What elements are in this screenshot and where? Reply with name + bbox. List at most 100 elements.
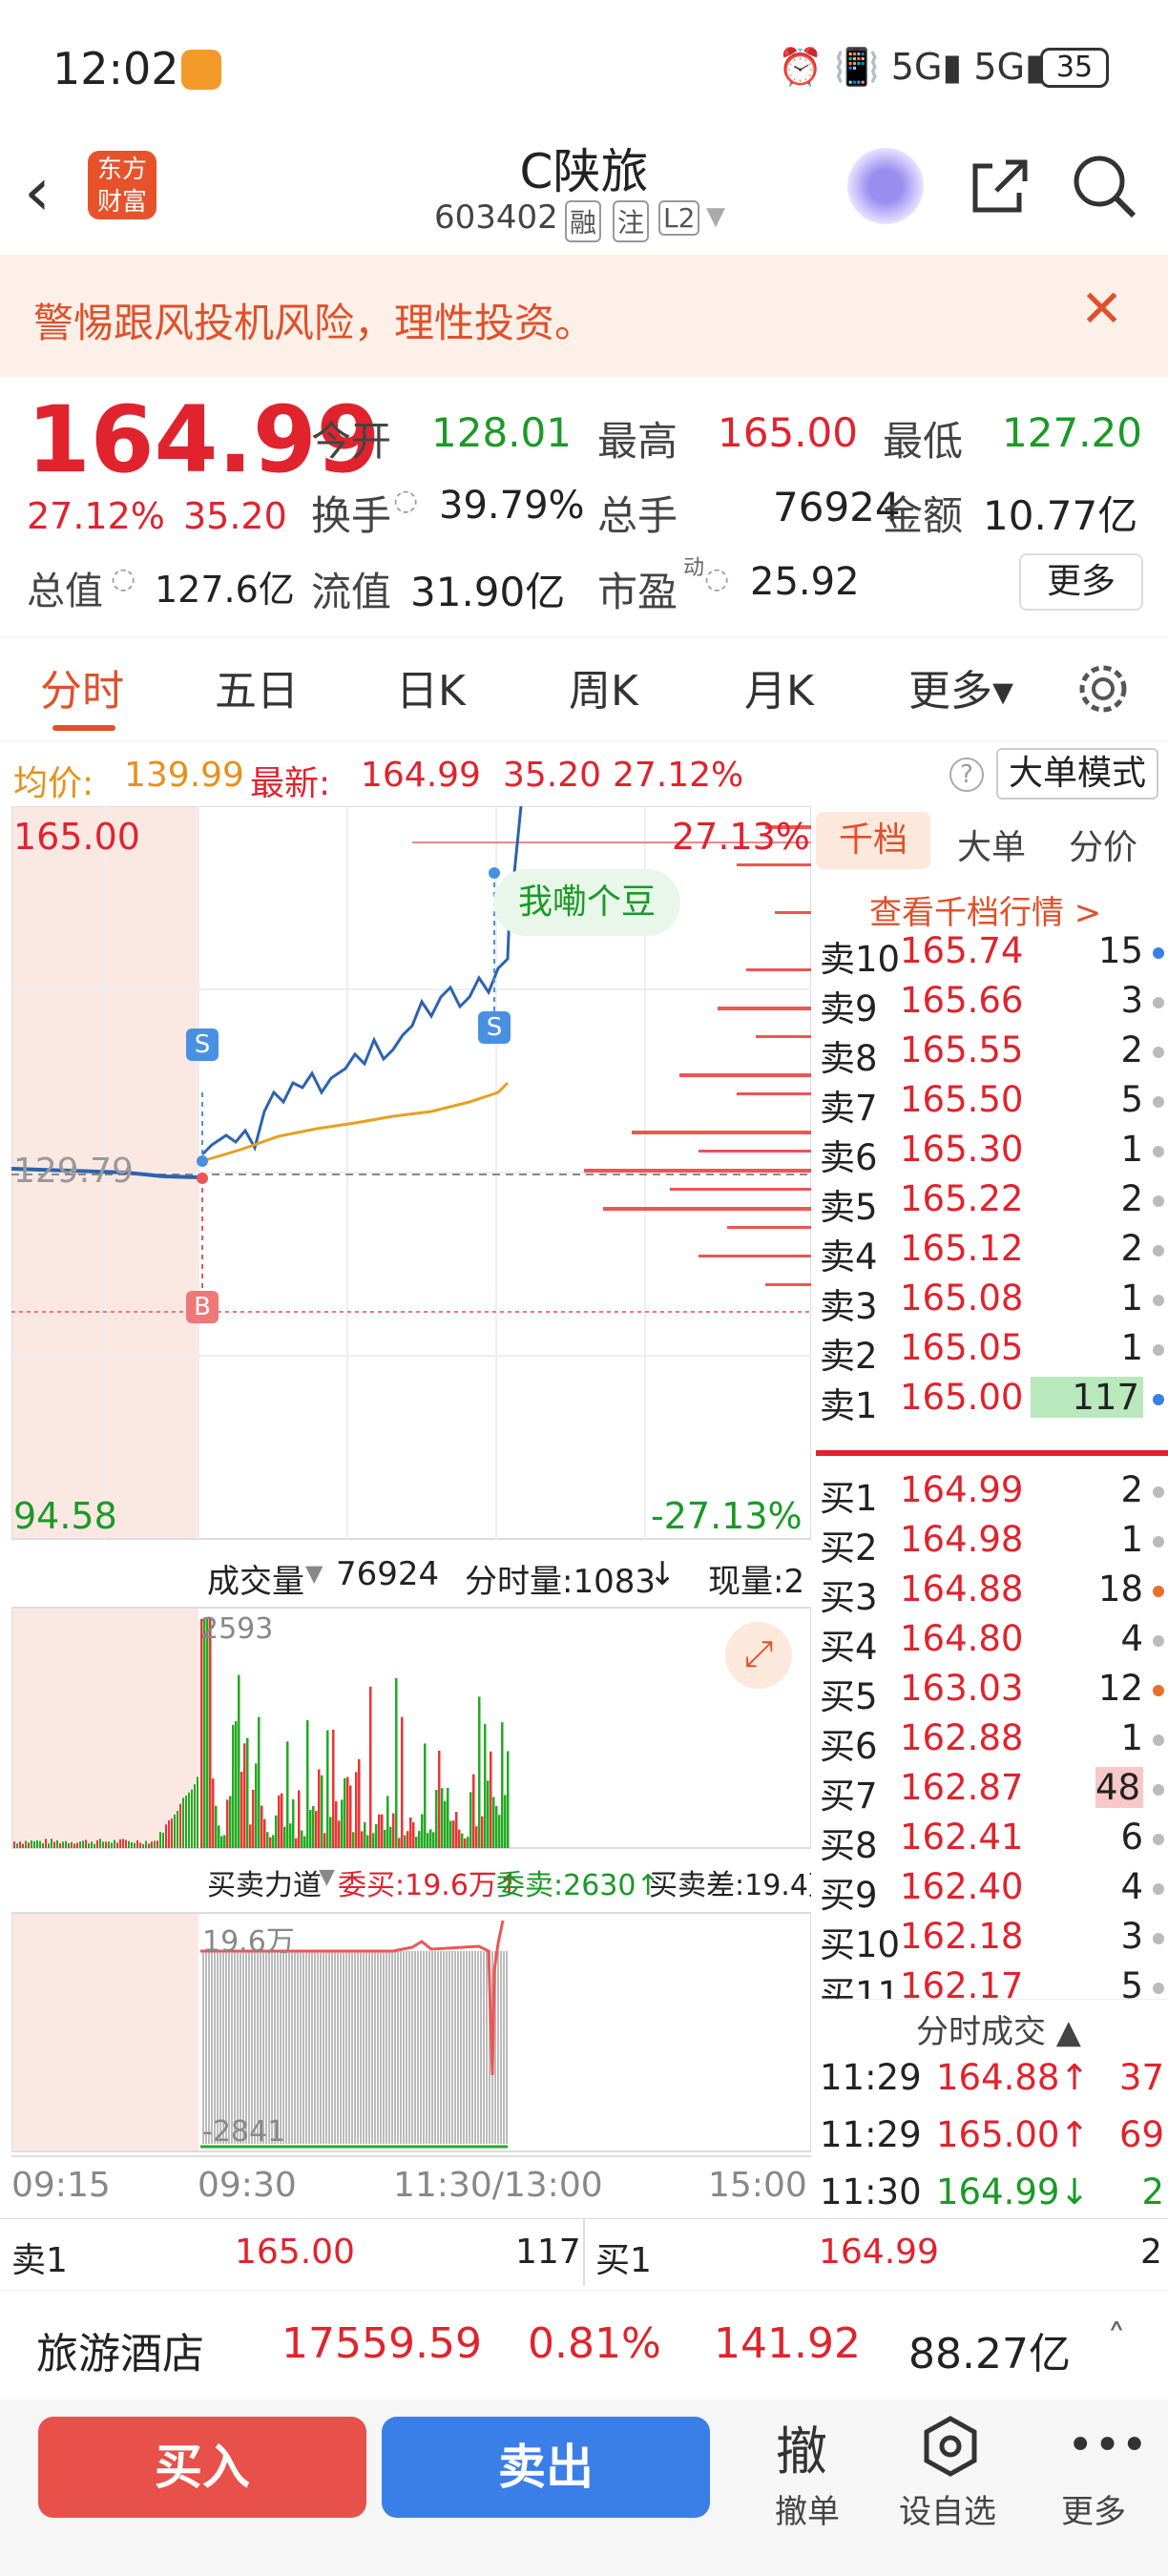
volume-bar — [475, 1826, 478, 1848]
bid-label: 买7 — [820, 1776, 878, 1817]
volume-bar — [412, 1821, 415, 1848]
volume-bar — [218, 1825, 220, 1848]
bid-row[interactable]: 买3 164.88 18 — [816, 1568, 1168, 1618]
time-label: 11:30/13:00 — [393, 2166, 603, 2205]
bid-dot — [1153, 1983, 1164, 1994]
volume-bar — [114, 1839, 115, 1848]
info-icon[interactable]: ◌ — [393, 484, 418, 517]
volume-bar — [389, 1826, 392, 1848]
bid-row[interactable]: 买7 162.87 48 — [816, 1767, 1168, 1817]
volume-bar — [346, 1776, 349, 1848]
float-label: 流值 — [311, 569, 392, 615]
tab-week-k[interactable]: 周K — [569, 656, 638, 717]
bid-row[interactable]: 买2 164.98 1 — [816, 1519, 1168, 1568]
bid-row[interactable]: 买6 162.88 1 — [816, 1717, 1168, 1767]
bid-row[interactable]: 买10 162.18 3 — [816, 1916, 1168, 1965]
add-watchlist-label[interactable]: 设自选 — [899, 2485, 996, 2532]
force-bar — [446, 1951, 448, 2144]
volume-selector[interactable]: 成交量 — [207, 1555, 304, 1602]
sector-bar[interactable]: 旅游酒店 17559.59 0.81% 141.92 88.27亿 ˄ — [0, 2290, 1168, 2399]
help-icon[interactable]: ? — [949, 758, 984, 792]
tab-five-day[interactable]: 五日 — [215, 656, 299, 717]
volume-bar — [255, 1763, 258, 1848]
bid-row[interactable]: 买9 162.40 4 — [816, 1866, 1168, 1916]
amount-label: 金额 — [883, 492, 964, 539]
buy-marker[interactable]: B — [186, 1291, 219, 1323]
tab-fenshi[interactable]: 分时 — [40, 656, 124, 717]
volume-bar — [504, 1795, 507, 1848]
force-bar — [506, 1951, 508, 2144]
gear-icon[interactable] — [1074, 660, 1132, 717]
volume-bar — [252, 1789, 255, 1848]
close-icon[interactable]: ✕ — [1080, 279, 1123, 339]
volume-bar — [232, 1724, 235, 1848]
force-bar — [363, 1951, 365, 2144]
assistant-avatar[interactable] — [847, 148, 924, 224]
big-order-mode-button[interactable]: 大单模式 — [996, 748, 1158, 800]
bid-row[interactable]: 买4 164.80 4 — [816, 1618, 1168, 1668]
force-bar — [443, 1951, 445, 2144]
tab-month-k[interactable]: 月K — [744, 656, 814, 717]
volume-bar — [223, 1835, 226, 1848]
info-icon[interactable]: ◌ — [704, 562, 729, 595]
volume-bar — [182, 1797, 184, 1848]
bid-dot — [1153, 1685, 1164, 1696]
tab-day-k[interactable]: 日K — [396, 656, 466, 717]
add-watchlist-icon[interactable] — [919, 2415, 982, 2478]
volume-bar — [165, 1824, 167, 1848]
more-quote-button[interactable]: 更多 — [1019, 553, 1143, 611]
sell-button[interactable]: 卖出 — [382, 2417, 710, 2518]
tab-more[interactable]: 更多▾ — [908, 656, 1013, 717]
expand-icon[interactable]: ⤢ — [725, 1622, 792, 1689]
tag-l2[interactable]: L2 — [658, 200, 700, 236]
more-label[interactable]: 更多 — [1061, 2485, 1126, 2532]
force-bar — [469, 1951, 470, 2144]
more-icon[interactable]: ••• — [1067, 2419, 1148, 2472]
best-bid-qty: 2 — [1140, 2233, 1162, 2272]
ticks-title[interactable]: 分时成交 ▲ — [916, 2005, 1081, 2052]
volume-bar — [13, 1841, 15, 1848]
bid-qty: 1 — [1120, 1519, 1143, 1560]
bid-qty: 4 — [1120, 1618, 1143, 1659]
bid-row[interactable]: 买8 162.41 6 — [816, 1817, 1168, 1866]
force-bar — [394, 1951, 396, 2144]
buy-button[interactable]: 买入 — [38, 2417, 366, 2518]
divider — [583, 2219, 585, 2286]
bid-row[interactable]: 买1 164.99 2 — [816, 1469, 1168, 1519]
sell-marker[interactable]: S — [186, 1028, 219, 1061]
latest-percent: 27.12% — [613, 756, 744, 795]
chevron-up-icon[interactable]: ˄ — [1107, 2317, 1126, 2361]
force-selector[interactable]: 买卖力道 — [207, 1861, 322, 1903]
volume-bar — [361, 1831, 364, 1848]
sell-marker[interactable]: S — [478, 1011, 511, 1044]
volume-bar — [171, 1818, 173, 1848]
search-icon[interactable] — [1071, 153, 1137, 219]
volume-bar — [151, 1841, 153, 1848]
sector-pct: 0.81% — [528, 2319, 661, 2368]
force-bar — [288, 1951, 290, 2144]
force-bar — [406, 1951, 407, 2144]
volume-bar — [283, 1826, 286, 1848]
force-bar — [411, 1951, 413, 2144]
force-bar — [383, 1951, 385, 2144]
cancel-order-icon[interactable]: 撤 — [776, 2409, 827, 2484]
back-icon[interactable]: ‹ — [24, 153, 51, 231]
force-bar — [354, 1951, 356, 2144]
best-ask-label: 卖1 — [11, 2241, 68, 2280]
bottom-price-label: 94.58 — [13, 1495, 117, 1537]
info-icon[interactable]: ◌ — [111, 562, 136, 595]
chevron-down-icon[interactable]: ▼ — [305, 1560, 323, 1587]
comment-bubble[interactable]: 我嘞个豆 — [493, 869, 681, 936]
bid-force: 委买:19.6万↑ — [338, 1869, 522, 1902]
bid-row[interactable]: 买11 162.17 5 — [816, 1965, 1168, 1999]
force-bar — [457, 1951, 459, 2144]
bid-qty: 1 — [1120, 1717, 1143, 1758]
bid-row[interactable]: 买5 163.03 12 — [816, 1668, 1168, 1717]
share-icon[interactable] — [966, 153, 1032, 219]
chevron-down-icon[interactable]: ▼ — [706, 202, 725, 231]
force-bar — [348, 1951, 350, 2144]
cancel-order-label[interactable]: 撤单 — [775, 2485, 840, 2532]
volume-bar — [48, 1843, 50, 1848]
chevron-down-icon[interactable]: ▼ — [319, 1865, 335, 1889]
volume-bar — [174, 1814, 176, 1848]
